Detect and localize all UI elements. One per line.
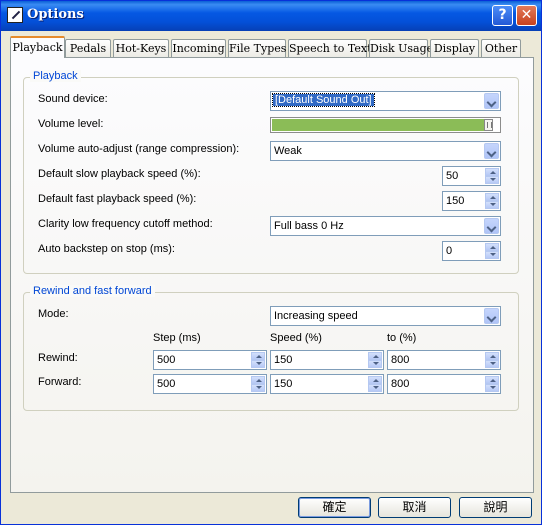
rewind-step-value: 500 bbox=[157, 354, 176, 366]
rewind-speed-value: 150 bbox=[274, 354, 293, 366]
chevron-down-icon[interactable] bbox=[484, 218, 499, 234]
tab-other[interactable]: Other bbox=[481, 39, 521, 57]
rewind-to-spinner[interactable]: 800 bbox=[387, 350, 501, 370]
clarity-combo[interactable]: Full bass 0 Hz bbox=[270, 216, 501, 236]
backstep-value: 0 bbox=[446, 245, 453, 257]
chevron-down-icon[interactable] bbox=[484, 308, 499, 324]
backstep-spinner[interactable]: 0 bbox=[442, 241, 501, 261]
forward-to-spinner[interactable]: 800 bbox=[387, 374, 501, 394]
mode-label: Mode: bbox=[38, 308, 69, 320]
tab-disk-usage[interactable]: Disk Usage bbox=[369, 39, 433, 57]
spin-down-icon[interactable] bbox=[485, 251, 499, 259]
to-column-header: to (%) bbox=[387, 332, 417, 344]
chevron-down-icon[interactable] bbox=[484, 143, 499, 159]
rewind-to-value: 800 bbox=[391, 354, 410, 366]
sound-device-combo[interactable]: [Default Sound Out] bbox=[270, 91, 501, 111]
title-bar[interactable]: Options ? ✕ bbox=[1, 1, 541, 31]
auto-adjust-value: Weak bbox=[274, 145, 302, 157]
spin-down-icon[interactable] bbox=[485, 201, 499, 209]
tab-panel-playback: Playback Sound device: [Default Sound Ou… bbox=[10, 57, 534, 493]
tab-speech-to-text[interactable]: Speech to Text bbox=[288, 39, 372, 57]
cancel-button[interactable]: 取消 bbox=[378, 497, 451, 518]
playback-group-title: Playback bbox=[30, 70, 81, 82]
fast-speed-label: Default fast playback speed (%): bbox=[38, 193, 197, 205]
forward-label: Forward: bbox=[38, 376, 82, 388]
rewind-group-title: Rewind and fast forward bbox=[30, 285, 155, 297]
tab-playback[interactable]: Playback bbox=[10, 36, 65, 58]
spin-down-icon[interactable] bbox=[368, 384, 382, 392]
forward-step-spinner[interactable]: 500 bbox=[153, 374, 267, 394]
tab-incoming[interactable]: Incoming bbox=[171, 39, 226, 57]
step-column-header: Step (ms) bbox=[153, 332, 201, 344]
spin-down-icon[interactable] bbox=[485, 384, 499, 392]
volume-label: Volume level: bbox=[38, 118, 104, 130]
volume-slider-thumb[interactable] bbox=[484, 119, 493, 131]
volume-fill bbox=[272, 119, 485, 131]
spin-up-icon[interactable] bbox=[485, 243, 499, 251]
spin-up-icon[interactable] bbox=[485, 376, 499, 384]
spin-up-icon[interactable] bbox=[485, 193, 499, 201]
slow-speed-label: Default slow playback speed (%): bbox=[38, 168, 201, 180]
ok-button[interactable]: 確定 bbox=[298, 497, 371, 518]
sound-device-label: Sound device: bbox=[38, 93, 108, 105]
forward-speed-value: 150 bbox=[274, 378, 293, 390]
auto-adjust-label: Volume auto-adjust (range compression): bbox=[38, 143, 240, 155]
fast-speed-value: 150 bbox=[446, 195, 465, 207]
fast-speed-spinner[interactable]: 150 bbox=[442, 191, 501, 211]
auto-adjust-combo[interactable]: Weak bbox=[270, 141, 501, 161]
tab-display[interactable]: Display bbox=[430, 39, 479, 57]
close-button[interactable]: ✕ bbox=[516, 5, 537, 26]
playback-group: Playback Sound device: [Default Sound Ou… bbox=[23, 70, 519, 274]
forward-step-value: 500 bbox=[157, 378, 176, 390]
forward-to-value: 800 bbox=[391, 378, 410, 390]
rewind-step-spinner[interactable]: 500 bbox=[153, 350, 267, 370]
rewind-group: Rewind and fast forward Mode: Increasing… bbox=[23, 285, 519, 411]
clarity-value: Full bass 0 Hz bbox=[274, 220, 344, 232]
spin-down-icon[interactable] bbox=[251, 360, 265, 368]
mode-combo[interactable]: Increasing speed bbox=[270, 306, 501, 326]
spin-up-icon[interactable] bbox=[251, 376, 265, 384]
rewind-speed-spinner[interactable]: 150 bbox=[270, 350, 384, 370]
volume-slider[interactable] bbox=[270, 117, 501, 133]
help-title-button[interactable]: ? bbox=[492, 5, 513, 26]
tab-pedals[interactable]: Pedals bbox=[65, 39, 111, 57]
app-icon bbox=[7, 7, 23, 23]
speed-column-header: Speed (%) bbox=[270, 332, 322, 344]
rewind-label: Rewind: bbox=[38, 352, 78, 364]
dialog-client: Playback Pedals Hot-Keys Incoming File T… bbox=[4, 31, 538, 522]
sound-device-value: [Default Sound Out] bbox=[272, 93, 375, 107]
forward-speed-spinner[interactable]: 150 bbox=[270, 374, 384, 394]
spin-up-icon[interactable] bbox=[485, 168, 499, 176]
mode-value: Increasing speed bbox=[274, 310, 358, 322]
spin-up-icon[interactable] bbox=[251, 352, 265, 360]
backstep-label: Auto backstep on stop (ms): bbox=[38, 243, 175, 255]
spin-down-icon[interactable] bbox=[485, 360, 499, 368]
spin-up-icon[interactable] bbox=[368, 352, 382, 360]
spin-down-icon[interactable] bbox=[251, 384, 265, 392]
window-title: Options bbox=[27, 7, 84, 22]
spin-down-icon[interactable] bbox=[485, 176, 499, 184]
chevron-down-icon[interactable] bbox=[484, 93, 499, 109]
slow-speed-value: 50 bbox=[446, 170, 459, 182]
slow-speed-spinner[interactable]: 50 bbox=[442, 166, 501, 186]
spin-up-icon[interactable] bbox=[485, 352, 499, 360]
tab-file-types[interactable]: File Types bbox=[228, 39, 286, 57]
spin-down-icon[interactable] bbox=[368, 360, 382, 368]
options-window: Options ? ✕ Playback Pedals Hot-Keys Inc… bbox=[0, 0, 542, 525]
spin-up-icon[interactable] bbox=[368, 376, 382, 384]
tab-hot-keys[interactable]: Hot-Keys bbox=[113, 39, 169, 57]
clarity-label: Clarity low frequency cutoff method: bbox=[38, 218, 213, 230]
help-button[interactable]: 說明 bbox=[459, 497, 532, 518]
